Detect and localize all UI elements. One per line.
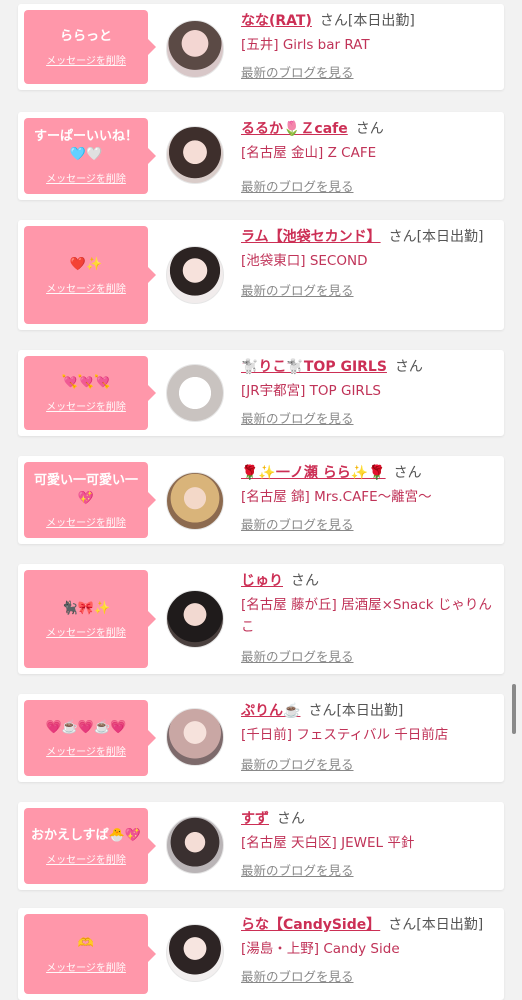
cast-name-link[interactable]: なな(RAT) [241,13,312,29]
message-text: 🫶 [77,935,95,951]
status-text: [本日出勤] [416,229,484,245]
message-bubble: すーぱーいいね！🩵🤍 メッセージを削除 [24,118,156,194]
blog-link[interactable]: 最新のブログを見る [241,280,354,299]
shop-text: [湯島・上野] Candy Side [241,941,400,957]
blog-link[interactable]: 最新のブログを見る [241,62,354,81]
message-bubble: おかえしすぱ🐣💖 メッセージを削除 [24,808,156,884]
avatar[interactable] [166,590,224,648]
shop-text: [名古屋 藤が丘] 居酒屋×Snack じゃりんこ [241,597,492,635]
shop-text: [千日前] フェスティバル 千日前店 [241,727,449,743]
message-card: 💘💘💘 メッセージを削除 🐩りこ🐩TOP GIRLS さん [JR宇都宮] TOP… [18,350,504,436]
message-bubble: 💘💘💘 メッセージを削除 [24,356,156,430]
delete-message-link[interactable]: メッセージを削除 [46,170,126,185]
message-card: 可愛い一可愛い一💖 メッセージを削除 🌹✨一ノ瀬 らら✨🌹 さん [名古屋 錦] … [18,456,504,544]
message-bubble: ららっと メッセージを削除 [24,10,156,84]
shop-text: [池袋東口] SECOND [241,253,368,269]
message-bubble: ❤️✨ メッセージを削除 [24,226,156,324]
message-bubble: 可愛い一可愛い一💖 メッセージを削除 [24,462,156,538]
avatar[interactable] [166,924,224,982]
message-text: ららっと [59,28,112,44]
message-text: おかえしすぱ🐣💖 [30,827,142,843]
honorific: さん [393,465,422,481]
message-card: 🐈‍⬛🎀✨ メッセージを削除 じゅり さん [名古屋 藤が丘] 居酒屋×Snack… [18,564,504,674]
delete-message-link[interactable]: メッセージを削除 [46,743,126,758]
blog-link[interactable]: 最新のブログを見る [241,860,354,879]
honorific: さん [394,359,423,375]
message-text: ❤️✨ [69,256,103,272]
honorific: さん [308,703,337,719]
blog-link[interactable]: 最新のブログを見る [241,514,354,533]
honorific: さん [355,121,384,137]
avatar[interactable] [166,126,224,184]
shop-text: [名古屋 天白区] JEWEL 平針 [241,835,415,851]
shop-text: [JR宇都宮] TOP GIRLS [241,383,381,399]
honorific: さん [388,229,417,245]
message-bubble: 🫶 メッセージを削除 [24,914,156,994]
cast-name-link[interactable]: 🌹✨一ノ瀬 らら✨🌹 [241,465,386,481]
blog-link[interactable]: 最新のブログを見る [241,176,354,195]
message-card: 🫶 メッセージを削除 らな【CandySide】 さん[本日出勤] [湯島・上野]… [18,908,504,1000]
message-bubble: 🐈‍⬛🎀✨ メッセージを削除 [24,570,156,668]
shop-text: [名古屋 金山] Z CAFE [241,145,377,161]
avatar[interactable] [166,246,224,304]
cast-name-link[interactable]: すず [241,811,269,827]
honorific: さん [291,573,319,589]
scrollbar[interactable] [512,684,516,734]
message-text: すーぱーいいね！🩵🤍 [33,128,138,162]
cast-name-link[interactable]: ぷりん☕️ [241,703,300,719]
message-card: ❤️✨ メッセージを削除 ラム【池袋セカンド】 さん[本日出勤] [池袋東口] S… [18,220,504,330]
shop-text: [五井] Girls bar RAT [241,37,370,53]
status-text: [本日出勤] [336,703,404,719]
message-text: 🐈‍⬛🎀✨ [61,600,111,616]
cast-name-link[interactable]: ラム【池袋セカンド】 [241,229,381,245]
status-text: [本日出勤] [416,917,484,933]
avatar[interactable] [166,816,224,874]
message-card: 💗☕️💗☕️💗 メッセージを削除 ぷりん☕️ さん[本日出勤] [千日前] フェス… [18,694,504,782]
delete-message-link[interactable]: メッセージを削除 [46,52,126,67]
delete-message-link[interactable]: メッセージを削除 [46,280,126,295]
status-text: [本日出勤] [347,13,415,29]
message-card: すーぱーいいね！🩵🤍 メッセージを削除 るるか🌷Ｚcafe さん [名古屋 金山]… [18,112,504,200]
cast-name-link[interactable]: らな【CandySide】 [241,917,380,933]
blog-link[interactable]: 最新のブログを見る [241,408,354,427]
message-card: ららっと メッセージを削除 なな(RAT) さん[本日出勤] [五井] Girls… [18,4,504,90]
honorific: さん [388,917,417,933]
avatar[interactable] [166,364,224,422]
avatar[interactable] [166,20,224,78]
message-text: 💘💘💘 [61,374,111,390]
message-card: おかえしすぱ🐣💖 メッセージを削除 すず さん [名古屋 天白区] JEWEL 平… [18,802,504,890]
blog-link[interactable]: 最新のブログを見る [241,646,354,665]
delete-message-link[interactable]: メッセージを削除 [46,514,126,529]
delete-message-link[interactable]: メッセージを削除 [46,398,126,413]
honorific: さん [319,13,348,29]
cast-name-link[interactable]: 🐩りこ🐩TOP GIRLS [241,359,387,375]
message-bubble: 💗☕️💗☕️💗 メッセージを削除 [24,700,156,776]
honorific: さん [277,811,305,827]
delete-message-link[interactable]: メッセージを削除 [46,959,126,974]
blog-link[interactable]: 最新のブログを見る [241,754,354,773]
delete-message-link[interactable]: メッセージを削除 [46,624,126,639]
message-text: 💗☕️💗☕️💗 [45,719,127,735]
cast-name-link[interactable]: じゅり [241,573,283,589]
shop-text: [名古屋 錦] Mrs.CAFE〜離宮〜 [241,489,432,505]
avatar[interactable] [166,708,224,766]
cast-name-link[interactable]: るるか🌷Ｚcafe [241,121,348,137]
blog-link[interactable]: 最新のブログを見る [241,966,354,985]
avatar[interactable] [166,472,224,530]
message-text: 可愛い一可愛い一💖 [33,472,138,506]
delete-message-link[interactable]: メッセージを削除 [46,851,126,866]
